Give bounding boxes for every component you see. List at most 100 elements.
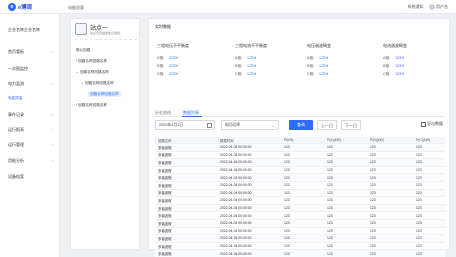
col-header[interactable]: P(A)(kW) xyxy=(324,138,367,142)
tab-history-curve[interactable]: 历史曲线 xyxy=(155,110,171,116)
table-cell: 123 xyxy=(370,213,376,218)
table-cell: 123 xyxy=(416,206,422,211)
table-cell: 多谐波程 xyxy=(158,168,172,173)
table-cell: 123 xyxy=(416,198,422,203)
stat-value: 123% xyxy=(395,56,405,60)
table-cell: 123 xyxy=(284,145,290,150)
main-panel: 实时数据 三相电压不平衡度 A相: 123% B相: 123% C相: 123% 三相… xyxy=(148,18,450,257)
table-cell: 2022-04-04 00:00:00 xyxy=(220,244,252,249)
table-cell: 多谐波程 xyxy=(158,198,172,203)
table-row[interactable]: 多谐波程 2022-04-04 00:00:00 123 123 123 123 xyxy=(155,174,445,182)
tree-node[interactable]: ⌄ 回路名称回路名称 xyxy=(76,70,109,75)
sidebar-item-reports[interactable]: 运行报表 xyxy=(8,127,24,133)
table-cell: 123 xyxy=(327,213,333,218)
sidebar-item-devices[interactable]: 设备档案 xyxy=(8,174,24,180)
table-row[interactable]: 多谐波程 2022-04-04 00:00:00 123 123 123 123 xyxy=(155,219,445,228)
stat-label: C相: xyxy=(157,72,165,76)
col-header[interactable]: P(B)(kW) xyxy=(367,138,413,142)
tree-node[interactable]: 默认回路 xyxy=(76,48,90,53)
sidebar-item-dashboard[interactable]: 首页看板 xyxy=(8,49,24,55)
stat-head: 三相电流不平衡度 xyxy=(235,43,267,48)
table-cell: 123 xyxy=(370,190,376,195)
table-row[interactable]: 多谐波程 2022-04-04 00:00:00 123 123 123 123 xyxy=(155,197,445,205)
sidebar-item-power-monitor[interactable]: 电力监测 xyxy=(8,81,24,87)
table-cell: 123 xyxy=(284,228,290,233)
sidebar-item-events[interactable]: 事件记录 xyxy=(8,112,24,118)
table-cell: 123 xyxy=(327,168,333,173)
table-cell: 多谐波程 xyxy=(158,160,172,165)
table-row[interactable]: 多谐波程 2022-04-04 00:00:00 123 123 123 123 xyxy=(155,189,445,198)
table-cell: 123 xyxy=(370,175,376,180)
sidebar-item-diagram[interactable]: 一次图监控 xyxy=(8,66,28,72)
prev-day-button[interactable]: 上一日 xyxy=(317,120,337,130)
col-header[interactable]: 数据时间 xyxy=(217,138,281,143)
table-cell: 123 xyxy=(416,183,422,188)
table-cell: 123 xyxy=(327,145,333,150)
chevron-right-icon: › xyxy=(52,127,54,132)
table-row[interactable]: 多谐波程 2022-04-04 00:00:00 123 123 123 123 xyxy=(155,159,445,167)
metric-select[interactable]: 电功功率 ⌄ xyxy=(221,120,279,130)
query-button[interactable]: 查询 xyxy=(289,120,313,130)
export-button[interactable]: 导出数据 xyxy=(420,121,443,127)
table-row[interactable]: 多谐波程 2022-04-04 00:00:00 123 123 123 123 xyxy=(155,228,445,236)
stat-label: A相: xyxy=(383,56,390,60)
table-cell: 2022-04-04 00:00:00 xyxy=(220,198,252,203)
table-cell: 123 xyxy=(370,160,376,165)
table-cell: 123 xyxy=(284,213,290,218)
stat-voltage-unbalance: 三相电压不平衡度 A相: 123% B相: 123% C相: 123% xyxy=(157,43,229,80)
table-cell: 123 xyxy=(370,145,376,150)
table-cell: 多谐波程 xyxy=(158,214,172,219)
notifications-link[interactable]: 系统通知 xyxy=(408,4,424,10)
table-cell: 2022-04-04 00:00:00 xyxy=(220,236,252,241)
export-label: 导出数据 xyxy=(427,121,443,126)
table-row[interactable]: 多谐波程 2022-04-04 00:00:00 123 123 123 123 xyxy=(155,182,445,190)
table-cell: 123 xyxy=(370,152,376,157)
stat-voltage-harmonic: 电压谐波畸变 A相: 123% B相: 123% C相: 123% xyxy=(307,43,379,80)
table-cell: 2022-04-04 00:00:00 xyxy=(220,206,252,211)
col-header[interactable]: P(C)(kW) xyxy=(413,138,445,142)
tree-node[interactable]: › 回路名称回路名称 xyxy=(76,103,107,108)
tree-node-selected[interactable]: 回路名称回路名称 xyxy=(88,91,121,97)
next-day-button[interactable]: 下一日 xyxy=(341,120,361,130)
table-row[interactable]: 多谐波程 2022-04-04 00:00:00 123 123 123 123 xyxy=(155,235,445,243)
table-row[interactable]: 多谐波程 2022-04-04 00:00:00 123 123 123 123 xyxy=(155,144,445,152)
table-row[interactable]: 多谐波程 2022-04-04 00:00:00 123 123 123 123 xyxy=(155,243,445,251)
table-row[interactable]: 多谐波程 2022-04-04 00:00:00 123 123 123 123 xyxy=(155,212,445,220)
table-cell: 123 xyxy=(416,251,422,256)
sidebar-item-analysis[interactable]: 用能分析 xyxy=(8,158,24,164)
table-cell: 123 xyxy=(327,175,333,180)
table-row[interactable]: 多谐波程 2022-04-04 00:00:00 123 123 123 123 xyxy=(155,167,445,175)
table-cell: 123 xyxy=(370,168,376,173)
stat-value: 123% xyxy=(169,72,179,76)
table-cell: 2022-04-04 00:00:00 xyxy=(220,183,252,188)
sidebar-item-operation[interactable]: 运行管理 xyxy=(8,142,24,148)
tree-node[interactable]: › 回路名称回路名称 xyxy=(76,59,107,64)
table-cell: 多谐波程 xyxy=(158,183,172,188)
table-cell: 多谐波程 xyxy=(158,221,172,226)
stat-value: 123% xyxy=(169,56,179,60)
top-bar: e e博观 电能质量 系统通知 用户名 xyxy=(0,0,456,14)
date-picker[interactable]: 2020年4月1日 xyxy=(155,120,215,130)
stat-value: 123% xyxy=(319,64,329,68)
calendar-icon xyxy=(207,123,212,128)
stat-value: 123% xyxy=(247,72,257,76)
table-cell: 123 xyxy=(416,175,422,180)
station-icon xyxy=(75,23,87,35)
col-header[interactable]: 回路名称 xyxy=(155,138,217,143)
user-menu[interactable]: 用户名 xyxy=(428,4,448,10)
sidebar-item-power-quality[interactable]: 电能质量 xyxy=(8,96,22,101)
table-row[interactable]: 多谐波程 2022-04-04 00:00:00 123 123 123 123 xyxy=(155,204,445,213)
date-value: 2020年4月1日 xyxy=(159,123,184,127)
table-row[interactable]: 多谐波程 2022-04-04 00:00:00 123 123 123 123 xyxy=(155,250,445,257)
logo[interactable]: e e博观 xyxy=(8,3,32,11)
chevron-right-icon: › xyxy=(52,142,54,147)
table-cell: 多谐波程 xyxy=(158,252,172,257)
avatar xyxy=(428,4,435,10)
table-cell: 多谐波程 xyxy=(158,206,172,211)
table-cell: 123 xyxy=(416,213,422,218)
table-row[interactable]: 多谐波程 2022-04-04 00:00:00 123 123 123 123 xyxy=(155,152,445,160)
tree-node[interactable]: ⌄ 回路名称回路名称 xyxy=(81,81,114,86)
col-header[interactable]: P(kW) xyxy=(281,138,324,142)
table-cell: 123 xyxy=(327,152,333,157)
table-cell: 123 xyxy=(284,251,290,256)
